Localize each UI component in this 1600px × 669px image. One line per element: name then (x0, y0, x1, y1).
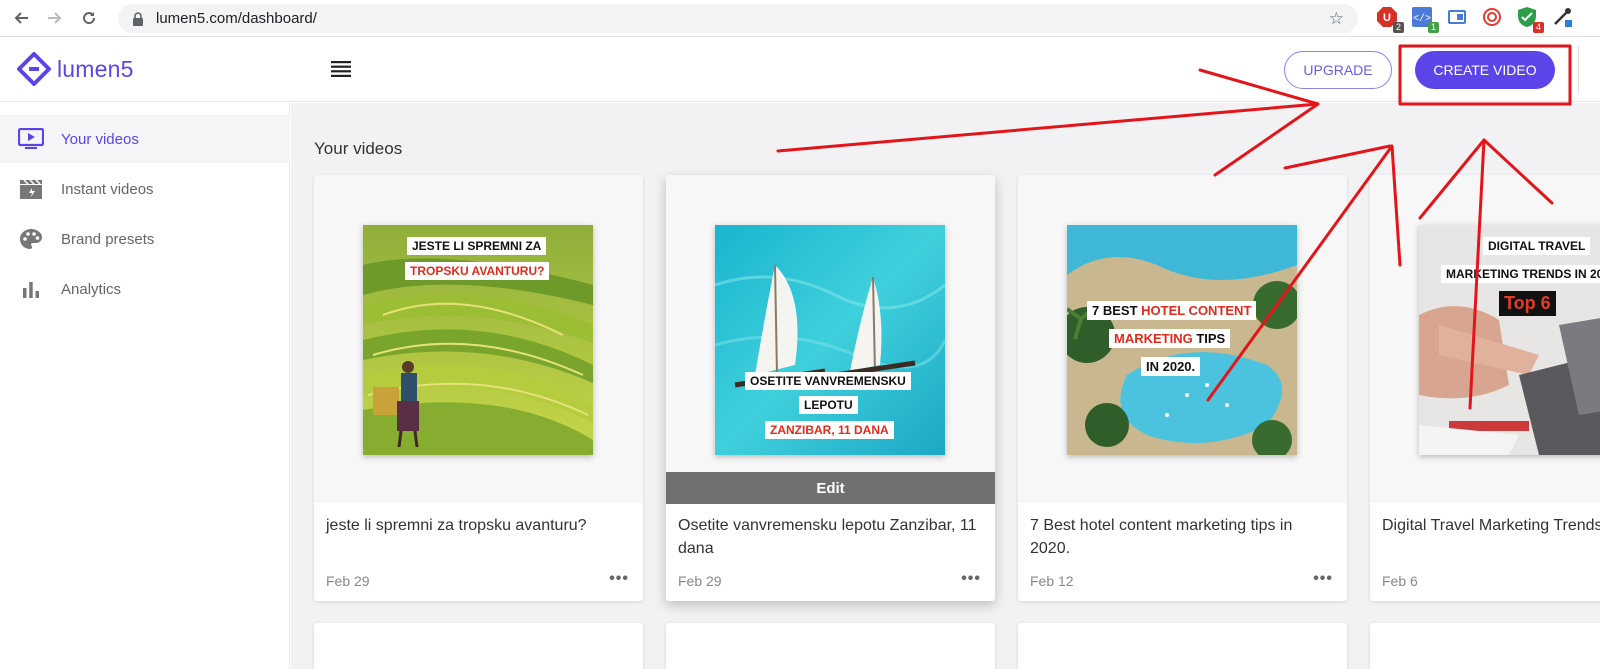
svg-text:U: U (1383, 12, 1391, 24)
video-card-placeholder (314, 623, 643, 669)
header-divider (1578, 46, 1579, 94)
thumbnail-caption: IN 2020. (1141, 357, 1201, 376)
video-card[interactable]: DIGITAL TRAVEL MARKETING TRENDS IN 2020 … (1370, 175, 1600, 601)
back-icon[interactable] (8, 5, 34, 31)
thumbnail-caption: 7 BEST HOTEL CONTENT (1087, 301, 1257, 320)
clapperboard-icon (18, 178, 44, 200)
thumbnail-caption-part: HOTEL CONTENT (1141, 303, 1252, 318)
sidebar-item-label: Analytics (61, 280, 122, 298)
address-bar[interactable]: lumen5.com/dashboard/ ☆ (118, 4, 1358, 33)
video-card-placeholder (1018, 623, 1347, 669)
sidebar-item-label: Your videos (61, 130, 139, 148)
video-thumbnail[interactable]: 7 BEST HOTEL CONTENT MARKETING TIPS IN 2… (1067, 225, 1297, 455)
video-title[interactable]: Digital Travel Marketing Trends in 2020 (1382, 514, 1600, 537)
thumbnail-caption: TROPSKU AVANTURU? (405, 262, 550, 280)
video-title[interactable]: 7 Best hotel content marketing tips in 2… (1030, 514, 1335, 560)
sidebar-item-label: Instant videos (61, 180, 154, 198)
video-thumbnail-area[interactable]: 7 BEST HOTEL CONTENT MARKETING TIPS IN 2… (1018, 175, 1347, 503)
video-card-placeholder (666, 623, 995, 669)
sidebar-item-instant-videos[interactable]: Instant videos (0, 165, 290, 213)
extension-code-icon[interactable]: </> 1 (1411, 6, 1439, 33)
video-date: Feb 6 (1382, 573, 1418, 589)
extension-shield-icon[interactable]: 4 (1516, 6, 1544, 33)
extension-badge: 1 (1427, 22, 1439, 33)
sidebar: Your videos Instant videos Brand presets… (0, 103, 290, 669)
video-thumbnail[interactable]: JESTE LI SPREMNI ZA TROPSKU AVANTURU? (363, 225, 593, 455)
extension-badge: 2 (1392, 22, 1404, 33)
thumbnail-caption: LEPOTU (799, 396, 858, 414)
edit-button[interactable]: Edit (666, 472, 995, 504)
video-title[interactable]: Osetite vanvremensku lepotu Zanzibar, 11… (678, 514, 983, 560)
thumbnail-caption: JESTE LI SPREMNI ZA (407, 237, 547, 255)
app-header: lumen5 UPGRADE CREATE VIDEO (0, 38, 1600, 102)
bar-chart-icon (18, 278, 44, 300)
create-video-button[interactable]: CREATE VIDEO (1415, 51, 1555, 89)
section-title: Your videos (314, 139, 403, 158)
thumbnail-caption: ZANZIBAR, 11 DANA (765, 421, 894, 439)
sidebar-item-brand-presets[interactable]: Brand presets (0, 215, 290, 263)
thumbnail-caption-part: 7 BEST (1092, 303, 1142, 318)
forward-icon[interactable] (42, 5, 68, 31)
main-content: Your videos JESTE LI SPREMNI ZA TROPSKU … (291, 103, 1600, 669)
lumen5-logo[interactable]: lumen5 (17, 52, 134, 86)
video-card[interactable]: OSETITE VANVREMENSKU LEPOTU ZANZIBAR, 11… (666, 175, 995, 601)
video-date: Feb 29 (678, 573, 722, 589)
video-card[interactable]: 7 BEST HOTEL CONTENT MARKETING TIPS IN 2… (1018, 175, 1347, 601)
thumbnail-caption-part: MARKETING (1114, 331, 1193, 346)
hamburger-menu-icon[interactable] (331, 60, 351, 83)
video-thumbnail-area[interactable]: JESTE LI SPREMNI ZA TROPSKU AVANTURU? (314, 175, 643, 503)
thumbnail-caption: MARKETING TIPS (1109, 329, 1231, 348)
extension-badge: 4 (1532, 22, 1544, 33)
video-card[interactable]: JESTE LI SPREMNI ZA TROPSKU AVANTURU? je… (314, 175, 643, 601)
extension-eyedropper-icon[interactable] (1551, 6, 1575, 30)
thumbnail-caption: OSETITE VANVREMENSKU (745, 372, 911, 390)
upgrade-button[interactable]: UPGRADE (1284, 51, 1392, 89)
browser-toolbar: lumen5.com/dashboard/ ☆ U 2 </> 1 4 (0, 0, 1600, 37)
extension-window-icon[interactable] (1446, 6, 1470, 30)
video-title[interactable]: jeste li spremni za tropsku avanturu? (326, 514, 631, 537)
logo-text: lumen5 (57, 55, 134, 82)
thumbnail-caption: DIGITAL TRAVEL (1483, 237, 1591, 255)
sidebar-item-label: Brand presets (61, 230, 155, 248)
reload-icon[interactable] (76, 5, 102, 31)
palette-icon (18, 228, 44, 250)
video-thumbnail[interactable]: OSETITE VANVREMENSKU LEPOTU ZANZIBAR, 11… (715, 225, 945, 455)
thumbnail-caption: Top 6 (1499, 291, 1556, 316)
bookmark-star-icon[interactable]: ☆ (1329, 9, 1344, 29)
thumbnail-caption: MARKETING TRENDS IN 2020 (1441, 265, 1600, 283)
lumen5-logo-icon (17, 52, 51, 86)
thumbnail-caption-part: TIPS (1192, 331, 1226, 346)
more-options-icon[interactable]: ••• (1313, 570, 1333, 588)
extension-adblock-icon[interactable]: U 2 (1376, 6, 1404, 33)
more-options-icon[interactable]: ••• (609, 570, 629, 588)
sidebar-item-your-videos[interactable]: Your videos (0, 115, 290, 163)
extensions-row: U 2 </> 1 4 (1376, 6, 1575, 33)
url-text: lumen5.com/dashboard/ (156, 10, 317, 27)
video-thumbnail[interactable]: DIGITAL TRAVEL MARKETING TRENDS IN 2020 … (1419, 225, 1600, 455)
more-options-icon[interactable]: ••• (961, 570, 981, 588)
video-thumbnail-area[interactable]: OSETITE VANVREMENSKU LEPOTU ZANZIBAR, 11… (666, 175, 995, 503)
extension-spiral-icon[interactable] (1481, 6, 1505, 30)
video-card-placeholder (1370, 623, 1600, 669)
sidebar-item-analytics[interactable]: Analytics (0, 265, 290, 313)
video-date: Feb 29 (326, 573, 370, 589)
lock-icon (133, 11, 143, 26)
video-thumbnail-area[interactable]: DIGITAL TRAVEL MARKETING TRENDS IN 2020 … (1370, 175, 1600, 503)
video-date: Feb 12 (1030, 573, 1074, 589)
play-screen-icon (18, 128, 44, 150)
